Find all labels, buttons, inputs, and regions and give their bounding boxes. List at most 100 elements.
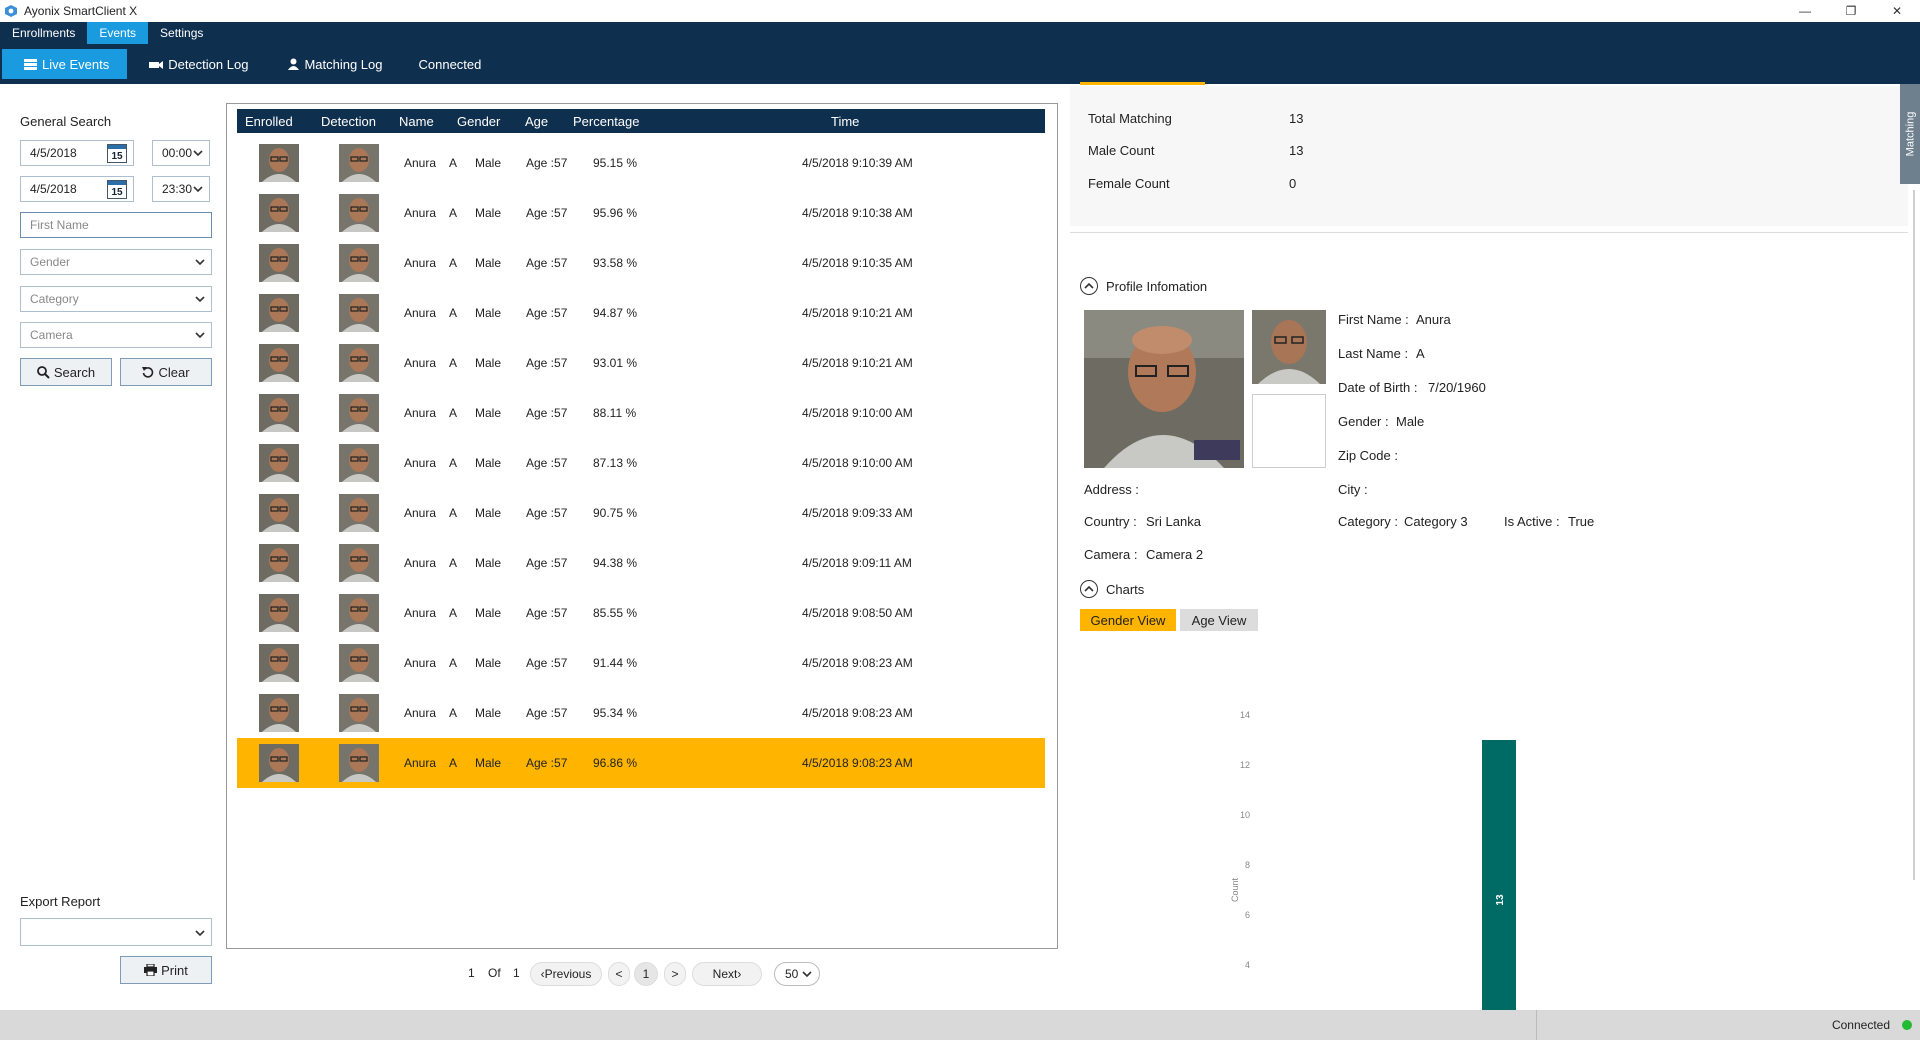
enrolled-thumbnail	[259, 544, 299, 582]
matching-side-tab[interactable]: Matching	[1900, 84, 1920, 184]
table-row[interactable]: Anura A Male Age :57 85.55 % 4/5/2018 9:08:50…	[237, 588, 1045, 638]
printer-icon	[144, 964, 158, 976]
percentage-cell: 85.55 %	[593, 606, 638, 620]
calendar-icon[interactable]: 15	[107, 144, 127, 163]
table-row[interactable]: Anura A Male Age :57 91.44 % 4/5/2018 9:08:23…	[237, 638, 1045, 688]
export-format-select[interactable]	[20, 918, 212, 946]
table-row[interactable]: Anura A Male Age :57 95.96 % 4/5/2018 9:10:38…	[237, 188, 1045, 238]
chevron-down-icon	[195, 332, 205, 339]
to-time-select[interactable]: 23:30	[152, 176, 210, 202]
category-select[interactable]: Category	[20, 286, 212, 312]
name-last-cell: A	[449, 156, 458, 170]
prev-arrow-button[interactable]: <	[608, 962, 630, 986]
name-last-cell: A	[449, 656, 458, 670]
chevron-down-icon	[193, 186, 203, 193]
chevron-down-icon	[195, 259, 205, 266]
table-row[interactable]: Anura A Male Age :57 87.13 % 4/5/2018 9:10:00…	[237, 438, 1045, 488]
collapse-profile-icon[interactable]	[1080, 277, 1098, 295]
detection-thumbnail	[339, 594, 379, 632]
tab-age-view[interactable]: Age View	[1180, 609, 1258, 631]
tab-detection-log[interactable]: Detection Log	[127, 49, 266, 79]
results-table: Enrolled Detection Name Gender Age Perce…	[226, 103, 1058, 949]
minimize-button[interactable]: —	[1782, 0, 1828, 22]
detection-thumbnail	[339, 694, 379, 732]
to-date-picker[interactable]: 4/5/2018 15	[20, 176, 134, 202]
pager-current: 1	[468, 966, 475, 980]
age-cell: Age :57	[526, 156, 568, 170]
export-report-title: Export Report	[20, 894, 101, 909]
page-size-select[interactable]: 50	[774, 962, 820, 986]
column-header-age[interactable]: Age	[525, 114, 548, 129]
table-row[interactable]: Anura A Male Age :57 88.11 % 4/5/2018 9:10:00…	[237, 388, 1045, 438]
menu-enrollments[interactable]: Enrollments	[0, 22, 87, 44]
table-row[interactable]: Anura A Male Age :57 95.34 % 4/5/2018 9:08:23…	[237, 688, 1045, 738]
table-row[interactable]: Anura A Male Age :57 90.75 % 4/5/2018 9:09:33…	[237, 488, 1045, 538]
gender-select[interactable]: Gender	[20, 249, 212, 275]
gender-cell: Male	[475, 256, 502, 270]
camera-icon	[149, 60, 164, 69]
table-body: Anura A Male Age :57 95.15 % 4/5/2018 9:10:39…	[237, 138, 1045, 788]
time-cell: 4/5/2018 9:10:00 AM	[802, 456, 913, 470]
next-arrow-button[interactable]: >	[664, 962, 686, 986]
search-button[interactable]: Search	[20, 358, 112, 386]
column-header-name[interactable]: Name	[399, 114, 434, 129]
camera-select[interactable]: Camera	[20, 322, 212, 348]
from-date-picker[interactable]: 4/5/2018 15	[20, 140, 134, 166]
percentage-cell: 88.11 %	[593, 406, 637, 420]
name-first-cell: Anura	[404, 156, 437, 170]
chart-bar[interactable]	[1482, 740, 1516, 1010]
name-first-cell: Anura	[404, 206, 437, 220]
tab-live-events[interactable]: Live Events	[2, 49, 128, 79]
previous-page-button[interactable]: ‹Previous	[530, 962, 602, 986]
time-cell: 4/5/2018 9:08:50 AM	[802, 606, 913, 620]
column-header-percentage[interactable]: Percentage	[573, 114, 640, 129]
matching-tab-indicator	[1080, 82, 1205, 85]
table-row[interactable]: Anura A Male Age :57 93.58 % 4/5/2018 9:10:35…	[237, 238, 1045, 288]
enrolled-thumbnail	[259, 494, 299, 532]
time-cell: 4/5/2018 9:08:23 AM	[802, 656, 913, 670]
age-cell: Age :57	[526, 706, 568, 720]
from-time-select[interactable]: 00:00	[152, 140, 210, 166]
clear-button[interactable]: Clear	[120, 358, 212, 386]
name-last-cell: A	[449, 406, 458, 420]
name-first-cell: Anura	[404, 706, 437, 720]
column-header-enrolled[interactable]: Enrolled	[245, 114, 293, 129]
table-row[interactable]: Anura A Male Age :57 95.15 % 4/5/2018 9:10:39…	[237, 138, 1045, 188]
detection-thumbnail	[339, 194, 379, 232]
age-cell: Age :57	[526, 306, 568, 320]
collapse-charts-icon[interactable]	[1080, 580, 1098, 598]
age-cell: Age :57	[526, 206, 568, 220]
first-name-input[interactable]: First Name	[20, 212, 212, 238]
detection-thumbnail	[339, 144, 379, 182]
detection-thumbnail	[339, 244, 379, 282]
page-1-button[interactable]: 1	[634, 962, 658, 986]
matching-side-tab-label: Matching	[1904, 111, 1917, 157]
tab-gender-view[interactable]: Gender View	[1080, 609, 1176, 631]
vertical-scrollbar[interactable]	[1910, 190, 1918, 880]
column-header-gender[interactable]: Gender	[457, 114, 500, 129]
restore-button[interactable]: ❐	[1828, 0, 1874, 22]
column-header-time[interactable]: Time	[831, 114, 859, 129]
y-tick-label: 4	[1245, 960, 1250, 970]
table-row[interactable]: Anura A Male Age :57 94.38 % 4/5/2018 9:09:11…	[237, 538, 1045, 588]
percentage-cell: 87.13 %	[593, 456, 638, 470]
gender-chart: 4 6 8 10 12 14 Count 13	[1230, 710, 1516, 1010]
table-row[interactable]: Anura A Male Age :57 93.01 % 4/5/2018 9:10:21…	[237, 338, 1045, 388]
bar-data-label: 13	[1495, 894, 1506, 906]
table-row[interactable]: Anura A Male Age :57 94.87 % 4/5/2018 9:10:21…	[237, 288, 1045, 338]
general-search-title: General Search	[20, 114, 112, 129]
column-header-detection[interactable]: Detection	[321, 114, 376, 129]
name-last-cell: A	[449, 606, 458, 620]
close-button[interactable]: ✕	[1874, 0, 1920, 22]
next-page-button[interactable]: Next›	[692, 962, 762, 986]
calendar-icon[interactable]: 15	[107, 180, 127, 199]
print-button[interactable]: Print	[120, 956, 212, 984]
tab-matching-log[interactable]: Matching Log	[266, 49, 400, 79]
percentage-cell: 94.87 %	[593, 306, 638, 320]
menu-settings[interactable]: Settings	[148, 22, 215, 44]
table-row[interactable]: Anura A Male Age :57 96.86 % 4/5/2018 9:08:23…	[237, 738, 1045, 788]
male-count-value: 13	[1289, 143, 1304, 158]
zip-code-label: Zip Code :	[1338, 448, 1398, 463]
time-cell: 4/5/2018 9:10:21 AM	[802, 356, 913, 370]
menu-events[interactable]: Events	[87, 22, 149, 44]
